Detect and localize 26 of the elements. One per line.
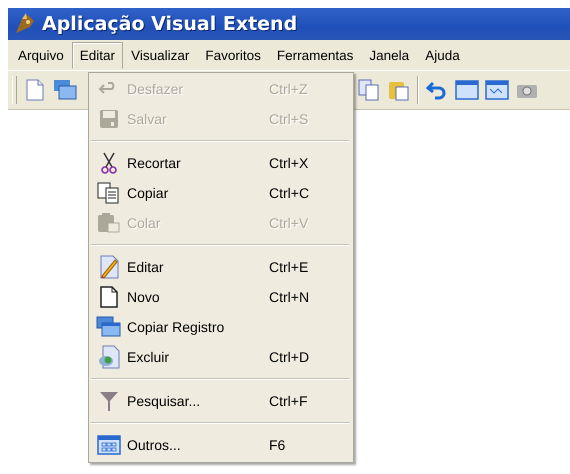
menu-item[interactable]: Janela	[361, 42, 418, 68]
app-logo-icon	[14, 13, 36, 35]
menu-item[interactable]: Arquivo	[10, 42, 72, 68]
stacked-windows-icon	[96, 316, 122, 338]
menu-option[interactable]: Pesquisar... Ctrl+F	[89, 386, 353, 416]
scissors-icon	[101, 152, 117, 174]
clipboard-icon	[97, 212, 121, 234]
menu-option[interactable]: Editar Ctrl+E	[89, 252, 353, 282]
copy-documents-icon[interactable]	[357, 77, 381, 103]
menu-option[interactable]: Outros... F6	[89, 430, 353, 460]
grid-window-icon	[97, 434, 121, 456]
copy-documents-icon	[97, 182, 121, 204]
menu-item[interactable]: Visualizar	[123, 42, 198, 68]
blank-page-icon	[100, 286, 118, 308]
menu-item[interactable]: Editar	[72, 42, 124, 68]
funnel-icon	[99, 390, 119, 412]
menu-item[interactable]: Favoritos	[197, 42, 269, 68]
menu-option[interactable]: Copiar Registro	[89, 312, 353, 342]
menu-item[interactable]: Ajuda	[417, 42, 468, 68]
menu-option[interactable]: Excluir Ctrl+D	[89, 342, 353, 372]
pencil-page-icon	[98, 255, 120, 279]
window-title: Aplicação Visual Extend	[42, 13, 298, 35]
menu-option[interactable]: Novo Ctrl+N	[89, 282, 353, 312]
menu-item[interactable]: Ferramentas	[268, 42, 362, 68]
menu-option[interactable]: Recortar Ctrl+X	[89, 148, 353, 178]
menu-option[interactable]: Copiar Ctrl+C	[89, 178, 353, 208]
